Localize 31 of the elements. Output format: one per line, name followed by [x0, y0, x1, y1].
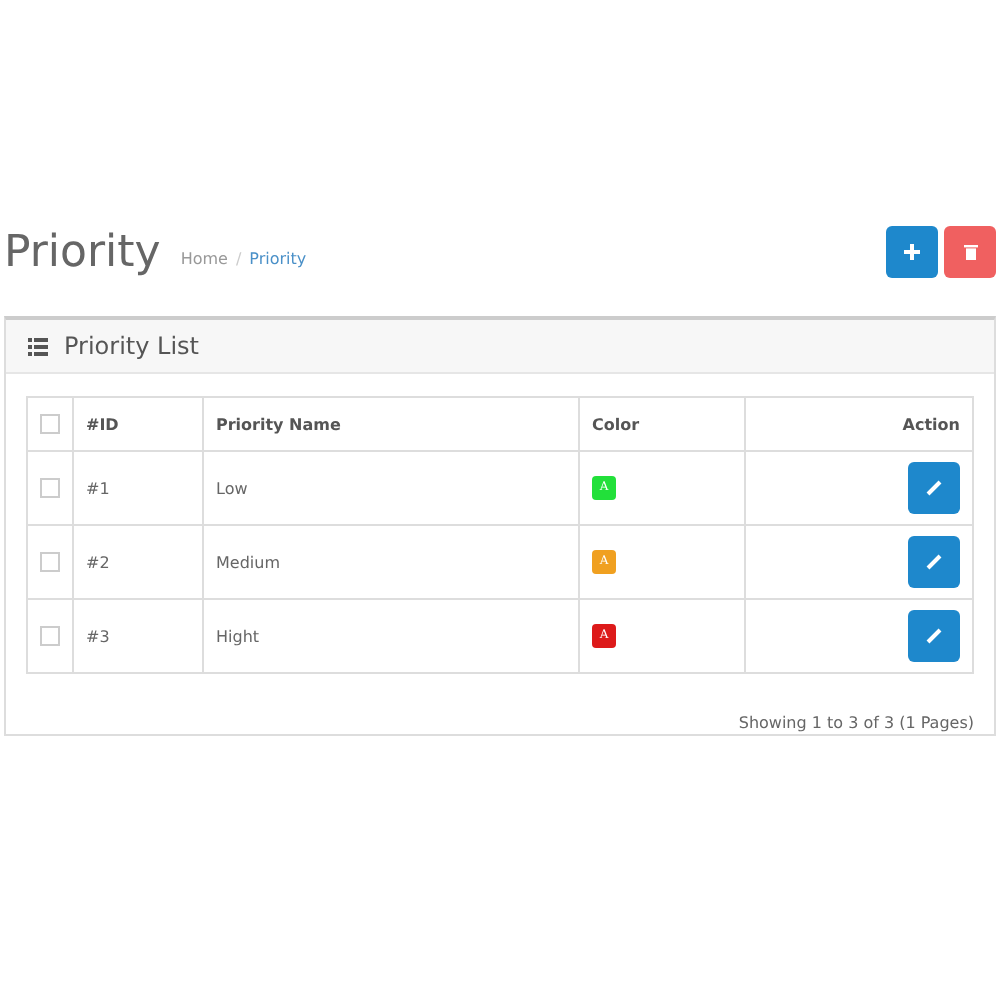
column-header: Color — [579, 397, 745, 451]
row-checkbox[interactable] — [40, 478, 60, 498]
column-header: #ID — [73, 397, 203, 451]
pencil-icon — [926, 554, 942, 570]
list-icon — [28, 337, 48, 355]
column-header: Priority Name — [203, 397, 579, 451]
panel-title: Priority List — [64, 332, 199, 360]
edit-button[interactable] — [908, 462, 960, 514]
pencil-icon — [926, 480, 942, 496]
select-all-checkbox[interactable] — [40, 414, 60, 434]
edit-button[interactable] — [908, 610, 960, 662]
table-cell: Medium — [203, 525, 579, 599]
add-button[interactable] — [886, 226, 938, 278]
trash-icon — [963, 244, 977, 260]
pencil-icon — [926, 628, 942, 644]
breadcrumb-link[interactable]: Home — [180, 249, 228, 267]
row-checkbox[interactable] — [40, 552, 60, 572]
row-checkbox[interactable] — [40, 626, 60, 646]
table-cell: #1 — [73, 451, 203, 525]
table-cell: #3 — [73, 599, 203, 673]
table-cell: Hight — [203, 599, 579, 673]
column-header: Action — [745, 397, 973, 451]
delete-button[interactable] — [944, 226, 996, 278]
pagination-text: Showing 1 to 3 of 3 (1 Pages) — [738, 714, 974, 732]
breadcrumb-separator: / — [235, 249, 242, 267]
breadcrumb-link[interactable]: Priority — [249, 249, 307, 267]
table-cell: #2 — [73, 525, 203, 599]
edit-button[interactable] — [908, 536, 960, 588]
plus-icon — [904, 244, 920, 260]
page-title: Priority — [4, 227, 161, 277]
table-cell: Low — [203, 451, 579, 525]
